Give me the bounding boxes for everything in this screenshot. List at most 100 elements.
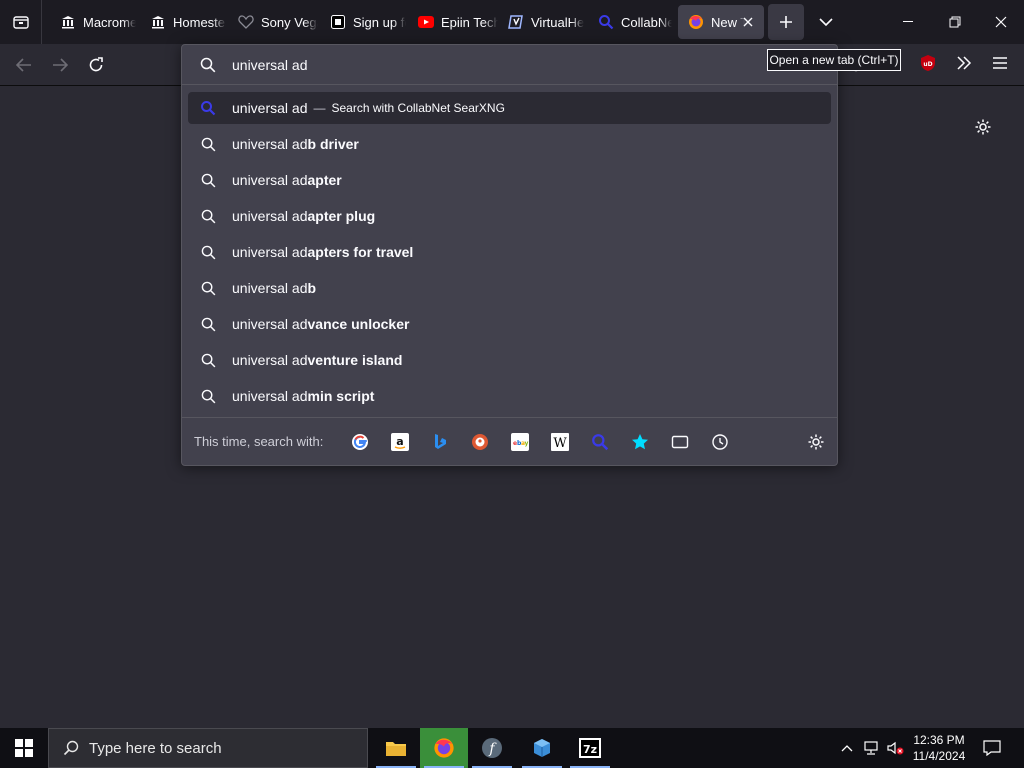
suggestion-item[interactable]: universal ad apters for travel [188,236,831,268]
system-clock[interactable]: 12:36 PM 11/4/2024 [900,728,978,768]
duckduckgo-icon[interactable] [468,430,492,454]
suggestion-item[interactable]: universal ad apter [188,164,831,196]
tab-homestead[interactable]: Homestead [140,5,226,39]
suggestion-typed: universal ad [232,352,308,368]
tab-sony-vegas[interactable]: Sony Vegas [228,5,318,39]
suggestion-completion: apter plug [307,208,376,224]
taskbar-search-box[interactable]: Type here to search [48,728,368,768]
7zip-button[interactable]: 7z [566,728,614,768]
file-explorer-button[interactable] [372,728,420,768]
tab-label: Sign up for [353,14,406,30]
gear-icon [975,119,991,135]
cube-app-button[interactable] [518,728,566,768]
tab-label: Homestead [173,14,226,30]
tab-label: Sony Vegas [261,14,318,30]
restore-button[interactable] [932,0,978,44]
new-tab-tooltip: Open a new tab (Ctrl+T) [767,49,901,71]
suggestion-item[interactable]: universal ad min script [188,380,831,412]
cube-icon [534,739,550,757]
bing-icon[interactable] [428,430,452,454]
tab-macromedia[interactable]: Macromedia [50,5,136,39]
tab-virtualhere[interactable]: VirtualHere [498,5,584,39]
tabs-icon[interactable] [668,430,692,454]
app-icon [330,14,346,30]
tab-collabnet[interactable]: CollabNet [588,5,672,39]
suggestion-completion: venture island [307,352,403,368]
notifications-button[interactable] [980,728,1004,768]
forward-button[interactable] [44,49,76,81]
folder-icon [386,742,406,756]
suggestion-typed: universal ad [232,172,308,188]
reload-button[interactable] [80,49,112,81]
tab-label: Macromedia [83,14,136,30]
more-tools-button[interactable] [954,53,974,73]
svg-text:W: W [553,436,567,451]
ebay-icon[interactable]: ebay [508,430,532,454]
notification-icon [983,740,1001,756]
show-hidden-icons-button[interactable] [836,728,858,768]
separator: — [313,101,326,115]
firefox-view-button[interactable] [0,0,42,44]
suggestion-typed: universal ad [232,388,308,404]
clock-date: 11/4/2024 [912,749,966,763]
flash-app-button[interactable]: f [468,728,516,768]
searxng-icon[interactable] [588,430,612,454]
firefox-taskbar-button[interactable] [420,728,468,768]
suggestion-item[interactable]: universal ad b [188,272,831,304]
firefox-view-icon [12,16,29,29]
suggestion-item[interactable]: universal ad apter plug [188,200,831,232]
close-tab-button[interactable] [740,14,756,30]
taskbar: Type here to search f 7z 12:36 PM 11/4/2… [0,728,1024,768]
suggestion-item[interactable]: universal ad venture island [188,344,831,376]
network-icon[interactable] [860,728,882,768]
search-icon [188,317,228,332]
search-icon [188,281,228,296]
search-settings-button[interactable] [804,430,828,454]
tab-sign-up[interactable]: Sign up for [320,5,406,39]
suggestion-completion: b driver [307,136,359,152]
tab-epiin-tech[interactable]: Epiin Tech [408,5,498,39]
close-window-button[interactable] [978,0,1024,44]
list-all-tabs-button[interactable] [808,4,844,40]
restore-icon [949,16,961,28]
bookmarks-star-icon[interactable] [628,430,652,454]
new-tab-button[interactable] [768,4,804,40]
gear-icon [808,434,824,450]
clock-time: 12:36 PM [913,733,965,747]
one-off-label: This time, search with: [194,434,324,449]
suggestion-typed: universal ad [232,136,308,152]
suggestion-item[interactable]: universal ad vance unlocker [188,308,831,340]
svg-text:a: a [396,435,403,448]
page-settings-button[interactable] [972,116,994,138]
suggestion-completion: min script [307,388,375,404]
minimize-icon [903,21,913,22]
tab-label: VirtualHere [531,14,584,30]
search-icon [188,57,228,73]
suggestion-text: universal ad [232,100,308,116]
amazon-icon[interactable]: a [388,430,412,454]
start-button[interactable] [0,728,48,768]
tab-new-tab[interactable]: New Tab [678,5,764,39]
minimize-button[interactable] [886,0,932,44]
search-icon [188,245,228,260]
close-icon [995,16,1007,28]
search-action-label: Search with CollabNet SearXNG [331,101,505,115]
youtube-icon [418,14,434,30]
taskbar-search-placeholder: Type here to search [89,739,222,757]
suggestion-search-action[interactable]: universal ad — Search with CollabNet Sea… [188,92,831,124]
chevron-up-icon [841,745,853,752]
app-menu-button[interactable] [990,53,1010,73]
google-icon[interactable] [348,430,372,454]
suggestion-typed: universal ad [232,208,308,224]
ublock-origin-icon[interactable]: uD [918,53,938,73]
wikipedia-icon[interactable]: W [548,430,572,454]
arrow-right-icon [53,58,68,72]
virtualhere-icon [508,14,524,30]
search-icon [63,740,79,756]
back-button[interactable] [8,49,40,81]
chevron-down-icon [819,18,833,27]
history-clock-icon[interactable] [708,430,732,454]
url-input[interactable]: universal ad [182,45,837,85]
suggestion-item[interactable]: universal ad b driver [188,128,831,160]
search-icon [188,209,228,224]
